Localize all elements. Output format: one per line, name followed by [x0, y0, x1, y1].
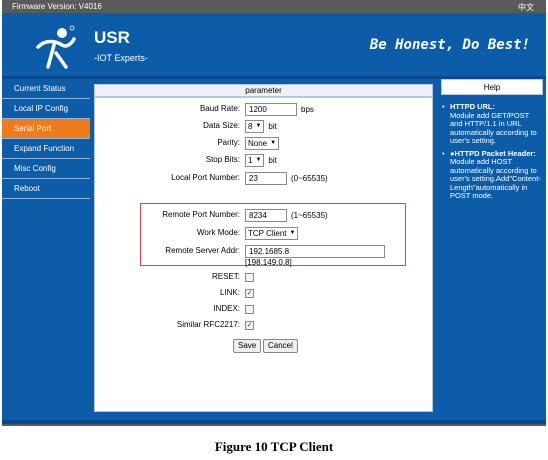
- stop-bits-value: 1: [248, 155, 253, 165]
- help-panel: Help HTTPD URL: Module add GET/POST and …: [438, 79, 546, 420]
- stop-bits-select[interactable]: 1 ▼: [245, 153, 265, 167]
- sidebar-item-local-ip-config[interactable]: Local IP Config: [2, 99, 90, 119]
- index-row: INDEX:: [95, 302, 434, 316]
- index-label: INDEX:: [213, 304, 240, 313]
- firmware-version: Firmware Version: V4016: [12, 2, 102, 11]
- help-item: ●HTTPD Packet Header: Module add HOST au…: [442, 149, 542, 201]
- sidebar-item-serial-port[interactable]: Serial Port: [2, 119, 90, 139]
- rfc2217-row: Similar RFC2217: ✓: [95, 318, 434, 332]
- slogan: Be Honest, Do Best!: [369, 37, 530, 53]
- chevron-down-icon: ▼: [255, 156, 262, 163]
- baud-rate-row: Baud Rate: 1200 bps: [95, 102, 434, 116]
- work-mode-label: Work Mode:: [197, 228, 240, 237]
- remote-port-label: Remote Port Number:: [162, 210, 240, 219]
- main-content: parameter Baud Rate: 1200 bps Data Size:…: [90, 79, 438, 420]
- sidebar-item-current-status[interactable]: Current Status: [2, 79, 90, 99]
- link-row: LINK: ✓: [95, 286, 434, 300]
- rfc2217-label: Similar RFC2217:: [176, 320, 240, 329]
- reset-row: RESET:: [95, 270, 434, 284]
- parity-select[interactable]: None ▼: [245, 136, 280, 150]
- sidebar-nav: Current Status Local IP Config Serial Po…: [2, 79, 90, 420]
- local-port-label: Local Port Number:: [171, 173, 240, 182]
- usr-logo-icon: [36, 25, 76, 69]
- chevron-down-icon: ▼: [289, 229, 296, 236]
- stop-bits-unit: bit: [268, 155, 277, 165]
- help-body: HTTPD URL: Module add GET/POST and HTTP/…: [442, 102, 542, 205]
- local-port-range: (0~65535): [291, 173, 328, 183]
- work-mode-select[interactable]: TCP Client ▼: [245, 226, 299, 240]
- language-link[interactable]: 中文: [518, 2, 534, 13]
- header-banner: USR -IOT Experts- Be Honest, Do Best!: [2, 13, 546, 76]
- data-size-unit: bit: [268, 121, 277, 131]
- remote-server-resolved: [198.149.0.8]: [245, 258, 292, 267]
- remote-port-range: (1~65535): [291, 210, 328, 220]
- reset-checkbox[interactable]: [245, 272, 254, 282]
- data-size-label: Data Size:: [203, 121, 240, 130]
- remote-port-row: Remote Port Number: 8234 (1~65535): [95, 208, 434, 222]
- baud-rate-unit: bps: [301, 104, 314, 114]
- brand-tagline: -IOT Experts-: [94, 53, 148, 63]
- local-port-row: Local Port Number: 23 (0~65535): [95, 171, 434, 185]
- stop-bits-label: Stop Bits:: [205, 155, 240, 164]
- top-bar: Firmware Version: V4016 中文: [2, 0, 546, 13]
- chevron-down-icon: ▼: [255, 122, 262, 129]
- local-port-input[interactable]: 23: [245, 171, 287, 185]
- work-mode-value: TCP Client: [248, 228, 287, 238]
- help-item: HTTPD URL: Module add GET/POST and HTTP/…: [442, 102, 542, 146]
- parity-value: None: [248, 138, 268, 148]
- figure-caption: Figure 10 TCP Client: [214, 439, 334, 454]
- parity-row: Parity: None ▼: [95, 136, 434, 150]
- help-item-text: Module add HOST automatically according …: [450, 157, 541, 200]
- reset-label: RESET:: [211, 272, 240, 281]
- sidebar-item-misc-config[interactable]: Misc Config: [2, 159, 90, 179]
- help-item-text: Module add GET/POST and HTTP/1.1 in URL …: [450, 110, 537, 145]
- cancel-button[interactable]: Cancel: [263, 339, 298, 353]
- data-size-row: Data Size: 8 ▼ bit: [95, 119, 434, 133]
- link-label: LINK:: [219, 288, 240, 297]
- work-mode-row: Work Mode: TCP Client ▼: [95, 226, 434, 240]
- stop-bits-row: Stop Bits: 1 ▼ bit: [95, 153, 434, 167]
- parameter-panel: Baud Rate: 1200 bps Data Size: 8 ▼ bit Pa…: [94, 97, 433, 412]
- help-title: Help: [441, 79, 543, 95]
- remote-port-input[interactable]: 8234: [245, 208, 287, 222]
- baud-rate-label: Baud Rate:: [199, 104, 240, 113]
- remote-server-input[interactable]: 192.1685.8: [245, 244, 385, 258]
- link-checkbox[interactable]: ✓: [245, 288, 254, 298]
- save-button[interactable]: Save: [233, 339, 262, 353]
- parity-label: Parity:: [217, 138, 240, 147]
- baud-rate-input[interactable]: 1200: [245, 102, 297, 116]
- brand-name: USR: [94, 28, 130, 47]
- parameter-heading: parameter: [94, 84, 433, 97]
- data-size-select[interactable]: 8 ▼: [245, 119, 265, 133]
- footer-divider: [2, 424, 546, 426]
- remote-server-label: Remote Server Addr:: [165, 246, 240, 255]
- sidebar-item-expand-function[interactable]: Expand Function: [2, 139, 90, 159]
- chevron-down-icon: ▼: [270, 139, 277, 146]
- rfc2217-checkbox[interactable]: ✓: [245, 320, 254, 330]
- data-size-value: 8: [248, 121, 253, 131]
- remote-server-row: Remote Server Addr: 192.1685.8: [95, 244, 434, 258]
- index-checkbox[interactable]: [245, 304, 254, 314]
- sidebar-item-reboot[interactable]: Reboot: [2, 179, 90, 199]
